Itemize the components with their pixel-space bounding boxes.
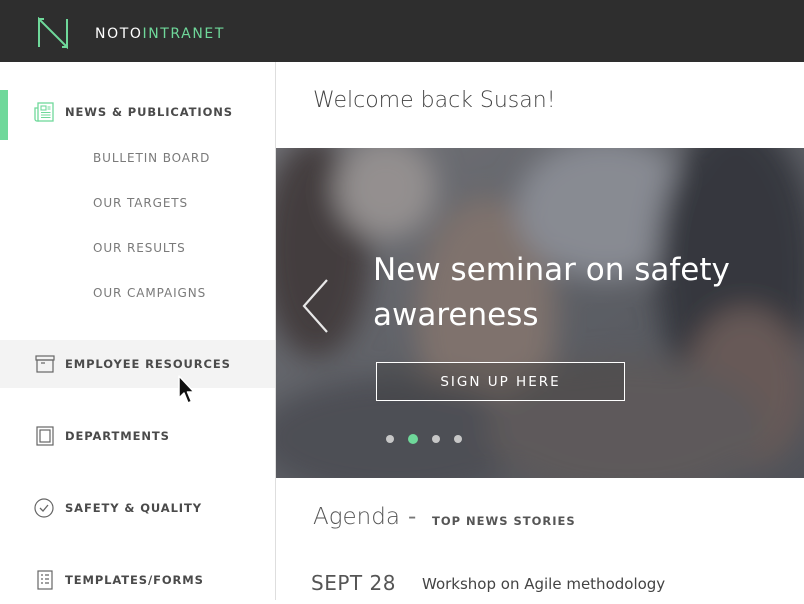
sidebar: NEWS & PUBLICATIONS BULLETIN BOARD OUR T… xyxy=(0,62,276,600)
brand-name-part2: INTRANET xyxy=(142,26,226,42)
sidebar-subitem-bulletin-board[interactable]: BULLETIN BOARD xyxy=(93,151,210,165)
sidebar-item-news-publications[interactable]: NEWS & PUBLICATIONS xyxy=(0,88,275,136)
sidebar-item-employee-resources[interactable]: EMPLOYEE RESOURCES xyxy=(0,340,275,388)
welcome-message: Welcome back Susan! xyxy=(313,88,556,113)
carousel-dot[interactable] xyxy=(432,435,440,443)
sidebar-item-templates-forms[interactable]: TEMPLATES/FORMS xyxy=(0,556,275,604)
mouse-cursor-icon xyxy=(178,375,195,404)
sidebar-item-safety-quality[interactable]: SAFETY & QUALITY xyxy=(0,484,275,532)
sidebar-item-label: SAFETY & QUALITY xyxy=(65,501,202,515)
sidebar-subitem-our-results[interactable]: OUR RESULTS xyxy=(93,241,186,255)
sidebar-subitem-our-targets[interactable]: OUR TARGETS xyxy=(93,196,188,210)
agenda-subtitle: TOP NEWS STORIES xyxy=(432,514,576,528)
newspaper-icon xyxy=(34,102,54,122)
brand-name[interactable]: NOTOINTRANET xyxy=(95,26,225,42)
sidebar-item-label: TEMPLATES/FORMS xyxy=(65,573,204,587)
agenda-separator: - xyxy=(408,504,417,530)
hero-title: New seminar on safety awareness xyxy=(373,252,730,333)
event-date: SEPT 28 xyxy=(311,571,396,595)
logo-icon[interactable] xyxy=(36,17,70,49)
brand-name-part1: NOTO xyxy=(95,26,143,42)
carousel-dot[interactable] xyxy=(386,435,394,443)
sidebar-item-label: NEWS & PUBLICATIONS xyxy=(65,105,233,119)
chevron-left-icon[interactable] xyxy=(300,278,330,334)
check-circle-icon xyxy=(34,498,54,518)
carousel-dots xyxy=(386,434,462,444)
sign-up-button[interactable]: SIGN UP HERE xyxy=(376,362,625,401)
event-title-link[interactable]: Workshop on Agile methodology xyxy=(422,575,665,593)
sidebar-item-label: DEPARTMENTS xyxy=(65,429,170,443)
agenda-title: Agenda xyxy=(313,504,400,530)
hero-carousel[interactable]: New seminar on safety awareness SIGN UP … xyxy=(276,148,804,478)
carousel-dot[interactable] xyxy=(454,435,462,443)
archive-box-icon xyxy=(35,355,55,373)
form-list-icon xyxy=(37,570,53,590)
sidebar-item-label: EMPLOYEE RESOURCES xyxy=(65,357,231,371)
top-bar: NOTOINTRANET xyxy=(0,0,804,62)
carousel-dot-active[interactable] xyxy=(408,434,418,444)
sidebar-item-departments[interactable]: DEPARTMENTS xyxy=(0,412,275,460)
book-icon xyxy=(36,426,54,446)
sidebar-subitem-our-campaigns[interactable]: OUR CAMPAIGNS xyxy=(93,286,206,300)
